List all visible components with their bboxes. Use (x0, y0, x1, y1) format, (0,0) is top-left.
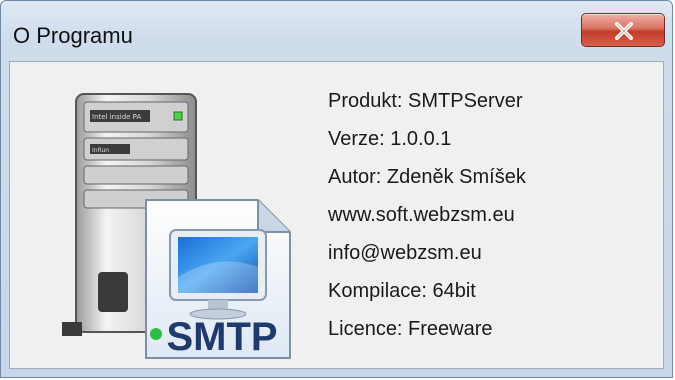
product-version: Verze: 1.0.0.1 (328, 128, 452, 150)
license-info: Licence: Freeware (328, 318, 493, 340)
email-link[interactable]: info@webzsm.eu (328, 234, 526, 272)
product-name: Produkt: SMTPServer (328, 90, 523, 112)
website-link[interactable]: www.soft.webzsm.eu (328, 196, 526, 234)
smtp-badge-text: SMTP (166, 315, 277, 359)
smtp-server-icon: Intel inside PA InRun SMTP (62, 93, 291, 359)
dialog-content: Intel inside PA InRun SMTP Produkt: SMTP… (9, 61, 664, 369)
close-icon (615, 22, 633, 40)
window-title: O Programu (13, 23, 133, 48)
product-author: Autor: Zdeněk Smíšek (328, 166, 526, 188)
title-bar[interactable]: O Programu (1, 1, 672, 53)
about-dialog: O Programu Intel inside PA InRun SMTP Pr… (0, 0, 673, 378)
server-label-2: InRun (92, 147, 109, 154)
close-button[interactable] (581, 13, 665, 47)
build-info: Kompilace: 64bit (328, 280, 476, 302)
product-info-list: Produkt: SMTPServer Verze: 1.0.0.1 Autor… (328, 82, 526, 348)
server-label-1: Intel inside PA (92, 113, 141, 121)
